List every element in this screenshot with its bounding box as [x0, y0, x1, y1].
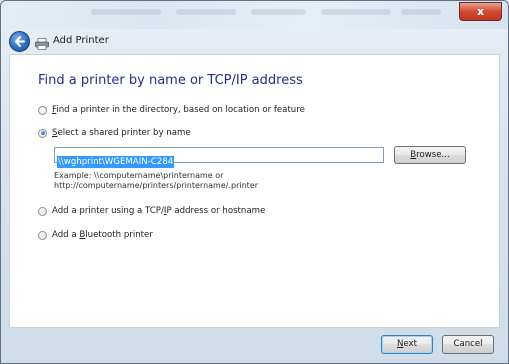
printer-name-value: \\wghprint\WGEMAIN-C284: [57, 156, 175, 168]
title-bar-background: [176, 9, 236, 15]
page-heading: Find a printer by name or TCP/IP address: [38, 73, 303, 88]
window-title: Add Printer: [53, 35, 109, 46]
option-find-in-directory[interactable]: Find a printer in the directory, based o…: [38, 105, 305, 115]
option-label: Add a printer using a TCP/IP address or …: [52, 206, 266, 216]
option-label: Select a shared printer by name: [52, 128, 191, 138]
title-bar[interactable]: x: [1, 1, 508, 29]
title-bar-background: [251, 9, 306, 15]
close-button[interactable]: x: [459, 2, 502, 21]
option-bluetooth-printer[interactable]: Add a Bluetooth printer: [38, 230, 153, 240]
back-button[interactable]: [9, 31, 30, 52]
option-label: Find a printer in the directory, based o…: [52, 105, 305, 115]
printer-name-input[interactable]: \\wghprint\WGEMAIN-C284: [54, 147, 384, 168]
cancel-button[interactable]: Cancel: [442, 335, 494, 354]
back-arrow-icon: [15, 36, 25, 47]
radio-button[interactable]: [38, 230, 47, 240]
wizard-content: Find a printer by name or TCP/IP address…: [9, 54, 500, 328]
radio-button-selected[interactable]: [38, 128, 47, 138]
example-text: Example: \\computername\printername or h…: [54, 171, 259, 190]
printer-icon: [35, 35, 49, 54]
close-icon: x: [476, 5, 485, 18]
title-bar-background: [321, 9, 391, 15]
option-label: Add a Bluetooth printer: [52, 230, 153, 240]
title-bar-background: [91, 9, 161, 15]
option-tcpip-address[interactable]: Add a printer using a TCP/IP address or …: [38, 206, 265, 216]
option-select-shared-printer[interactable]: Select a shared printer by name: [38, 128, 191, 138]
next-button[interactable]: Next: [381, 335, 433, 354]
title-bar-background: [401, 9, 441, 15]
browse-button[interactable]: Browse...: [394, 146, 466, 164]
radio-button[interactable]: [38, 105, 47, 115]
radio-button[interactable]: [38, 206, 47, 216]
add-printer-window: x Add Printer Find a printer by name or …: [0, 0, 509, 364]
